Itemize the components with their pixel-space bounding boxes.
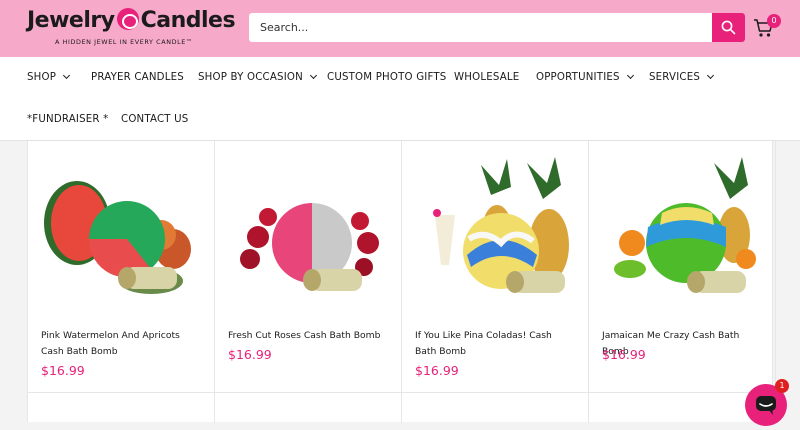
- nav-item-shop[interactable]: SHOP: [27, 71, 71, 83]
- product-card[interactable]: Pink Watermelon And Apricots Cash Bath B…: [28, 141, 215, 393]
- watermelon-bath-bomb-image[interactable]: [41, 155, 202, 305]
- cart-count-badge: 0: [767, 14, 781, 28]
- nav-item-contact-us[interactable]: CONTACT US: [121, 114, 188, 125]
- search-input[interactable]: [249, 13, 711, 42]
- product-card[interactable]: Fresh Cut Roses Cash Bath Bomb $16.99: [215, 141, 402, 393]
- product-price: $16.99: [602, 347, 646, 362]
- nav-item-services[interactable]: SERVICES: [649, 71, 715, 83]
- chat-unread-badge: 1: [775, 379, 789, 393]
- search-bar: [249, 13, 745, 42]
- chevron-down-icon: [309, 71, 317, 80]
- product-card[interactable]: [402, 393, 589, 423]
- nav-item-shop-by-occasion[interactable]: SHOP BY OCCASION: [198, 71, 317, 83]
- nav-item-fundraiser[interactable]: *FUNDRAISER *: [27, 114, 108, 125]
- product-title[interactable]: Fresh Cut Roses Cash Bath Bomb: [228, 328, 388, 344]
- roses-bath-bomb-image[interactable]: [228, 155, 389, 305]
- logo-tagline: A HIDDEN JEWEL IN EVERY CANDLE™: [55, 38, 193, 46]
- nav-item-opportunities[interactable]: OPPORTUNITIES: [536, 71, 634, 83]
- nav-item-prayer-candles[interactable]: PRAYER CANDLES: [91, 72, 184, 83]
- nav-item-wholesale[interactable]: WHOLESALE: [454, 72, 519, 83]
- product-card[interactable]: [215, 393, 402, 423]
- main-nav: SHOP PRAYER CANDLES SHOP BY OCCASION CUS…: [0, 57, 800, 141]
- chevron-down-icon: [63, 71, 71, 80]
- search-icon: [721, 20, 736, 35]
- nav-item-custom-photo-gifts[interactable]: CUSTOM PHOTO GIFTS: [327, 72, 446, 83]
- pina-colada-bath-bomb-image[interactable]: [415, 155, 576, 305]
- product-card[interactable]: If You Like Pina Coladas! Cash Bath Bomb…: [402, 141, 589, 393]
- site-header: Jewelry Candles A HIDDEN JEWEL IN EVERY C…: [0, 0, 800, 57]
- product-grid: Pink Watermelon And Apricots Cash Bath B…: [27, 141, 776, 423]
- jamaican-bath-bomb-image[interactable]: [602, 155, 763, 305]
- logo-wordmark: Jewelry Candles: [27, 8, 236, 33]
- product-title[interactable]: Pink Watermelon And Apricots Cash Bath B…: [41, 328, 201, 360]
- ring-icon: [116, 8, 139, 30]
- product-card[interactable]: [28, 393, 215, 423]
- product-title[interactable]: If You Like Pina Coladas! Cash Bath Bomb: [415, 328, 575, 360]
- chevron-down-icon: [706, 71, 715, 80]
- product-card[interactable]: Jamaican Me Crazy Cash Bath Bomb $16.99: [589, 141, 776, 393]
- site-logo[interactable]: Jewelry Candles A HIDDEN JEWEL IN EVERY C…: [27, 8, 236, 50]
- search-button[interactable]: [712, 13, 745, 42]
- product-price: $16.99: [41, 363, 85, 378]
- product-price: $16.99: [415, 363, 459, 378]
- product-price: $16.99: [228, 347, 272, 362]
- chevron-down-icon: [626, 71, 634, 80]
